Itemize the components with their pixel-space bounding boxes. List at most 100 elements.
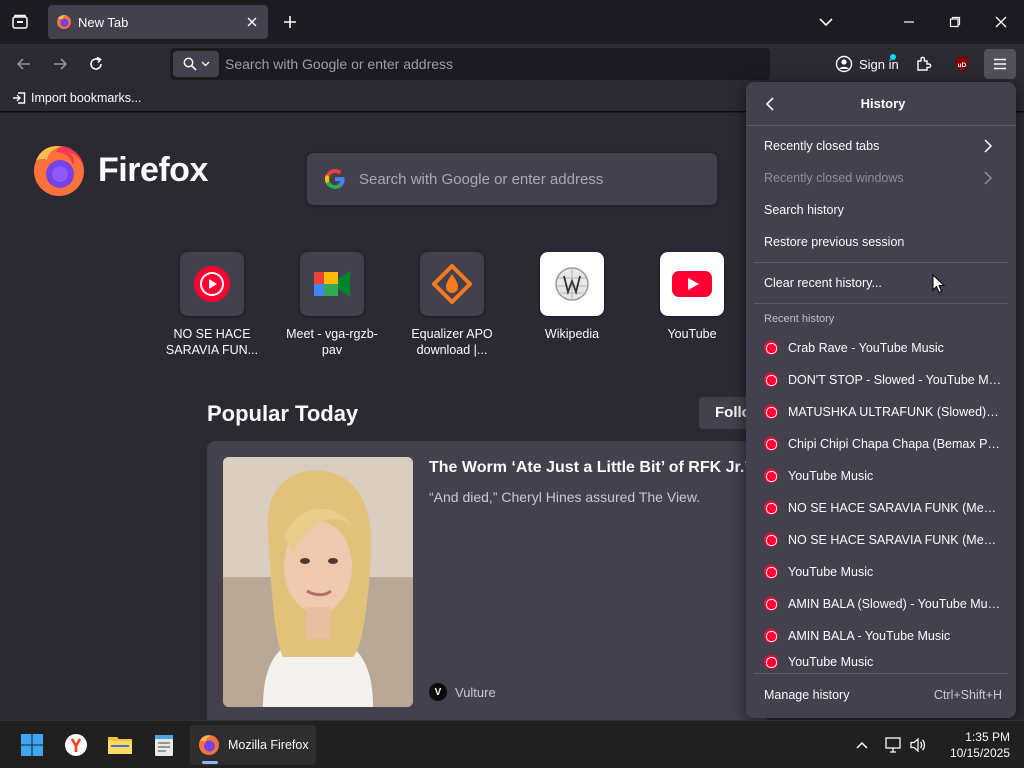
- start-button[interactable]: [14, 727, 50, 763]
- recently-closed-windows-item[interactable]: Recently closed windows: [754, 163, 1008, 193]
- account-icon: [835, 55, 853, 73]
- firefox-wordmark: Firefox: [98, 150, 208, 189]
- chevron-down-icon: [819, 18, 833, 27]
- taskbar-clock[interactable]: 1:35 PM 10/15/2025: [940, 729, 1010, 761]
- history-entry[interactable]: Crab Rave - YouTube Music: [754, 333, 1008, 363]
- extensions-button[interactable]: [908, 49, 940, 79]
- list-all-tabs-button[interactable]: [808, 4, 844, 40]
- recent-history-heading: Recent history: [764, 313, 835, 325]
- ublock-shield-icon: uD: [955, 56, 969, 72]
- menu-item-label: Clear recent history...: [764, 276, 882, 290]
- youtube-music-icon: [194, 266, 230, 302]
- top-site-tile: [540, 252, 604, 316]
- story-card[interactable]: The Worm ‘Ate Just a Little Bit’ of RFK …: [207, 441, 767, 720]
- address-bar-placeholder: Search with Google or enter address: [225, 56, 454, 72]
- address-bar[interactable]: Search with Google or enter address: [170, 48, 770, 80]
- chevron-right-icon: [984, 139, 993, 153]
- firefox-view-button[interactable]: [2, 4, 38, 40]
- equalizer-apo-icon: [432, 264, 472, 304]
- network-button[interactable]: [884, 735, 904, 755]
- forward-button[interactable]: [44, 48, 76, 80]
- recently-closed-tabs-item[interactable]: Recently closed tabs: [754, 131, 1008, 161]
- tab-close-button[interactable]: [244, 14, 260, 30]
- back-button[interactable]: [8, 48, 40, 80]
- youtube-music-icon: [764, 437, 778, 451]
- close-window-button[interactable]: [978, 0, 1024, 44]
- top-site-tile: [660, 252, 724, 316]
- content-search-placeholder: Search with Google or enter address: [359, 170, 604, 188]
- top-site-wikipedia[interactable]: Wikipedia: [512, 252, 632, 342]
- minimize-button[interactable]: [886, 0, 932, 44]
- minimize-icon: [904, 21, 914, 23]
- active-window-indicator: [202, 761, 218, 764]
- application-menu-button[interactable]: [984, 49, 1016, 79]
- content-search-box[interactable]: Search with Google or enter address: [307, 153, 717, 205]
- clock-time: 1:35 PM: [965, 730, 1010, 744]
- reload-icon: [90, 56, 102, 70]
- chevron-down-icon: [201, 61, 209, 67]
- top-site-tile: [180, 252, 244, 316]
- youtube-music-icon: [764, 565, 778, 579]
- keyboard-shortcut: Ctrl+Shift+H: [933, 688, 1002, 702]
- top-site-tile: [300, 252, 364, 316]
- history-entry[interactable]: MATUSHKA ULTRAFUNK (Slowed) - YouTube Mu…: [754, 397, 1008, 427]
- import-bookmarks-button[interactable]: Import bookmarks...: [12, 89, 141, 107]
- clear-recent-history-item[interactable]: Clear recent history...: [754, 268, 1008, 298]
- file-explorer-button[interactable]: [102, 727, 138, 763]
- youtube-music-icon: [764, 405, 778, 419]
- navigation-toolbar: Search with Google or enter address Sign…: [0, 44, 1024, 84]
- top-site-youtube-music[interactable]: NO SE HACE SARAVIA FUN...: [152, 252, 272, 358]
- import-bookmarks-label: Import bookmarks...: [31, 91, 142, 105]
- top-site-tile: [420, 252, 484, 316]
- history-entry[interactable]: AMIN BALA (Slowed) - YouTube Music: [754, 589, 1008, 619]
- firefox-brand: Firefox: [32, 143, 208, 197]
- reload-button[interactable]: [80, 48, 112, 80]
- import-icon: [13, 92, 26, 104]
- notepad-button[interactable]: [146, 727, 182, 763]
- story-title[interactable]: The Worm ‘Ate Just a Little Bit’ of RFK …: [429, 459, 757, 477]
- puzzle-icon: [917, 56, 932, 71]
- history-entry[interactable]: AMIN BALA - YouTube Music: [754, 621, 1008, 651]
- menu-item-label: Recently closed tabs: [764, 139, 880, 153]
- taskbar-firefox-button[interactable]: Mozilla Firefox: [190, 725, 316, 765]
- tray-overflow-button[interactable]: [852, 735, 872, 755]
- history-entry[interactable]: DON'T STOP - Slowed - YouTube Music: [754, 365, 1008, 395]
- history-entry-title: NO SE HACE SARAVIA FUNK (Mega Slowed): [788, 533, 1002, 547]
- history-entry-title: DON'T STOP - Slowed - YouTube Music: [788, 373, 1002, 387]
- tab-title: New Tab: [78, 14, 129, 30]
- history-entry[interactable]: NO SE HACE SARAVIA FUNK (Mega Slowed): [754, 525, 1008, 555]
- top-site-equalizer-apo[interactable]: Equalizer APO download |...: [392, 252, 512, 358]
- clock-date: 10/15/2025: [949, 746, 1010, 760]
- history-entry-title: YouTube Music: [788, 469, 874, 483]
- restore-button[interactable]: [932, 0, 978, 44]
- yandex-browser-button[interactable]: [58, 727, 94, 763]
- restore-session-item[interactable]: Restore previous session: [754, 227, 1008, 257]
- history-entry[interactable]: Chipi Chipi Chapa Chapa (Bemax Phonk Rem…: [754, 429, 1008, 459]
- firefox-view-icon: [12, 14, 28, 29]
- ublock-origin-button[interactable]: uD: [946, 49, 978, 79]
- history-entry[interactable]: YouTube Music: [754, 557, 1008, 587]
- folder-icon: [108, 737, 132, 754]
- search-engine-button[interactable]: [173, 51, 219, 77]
- history-entry[interactable]: YouTube Music: [754, 461, 1008, 491]
- history-entry[interactable]: NO SE HACE SARAVIA FUNK (Mega Slowed): [754, 493, 1008, 523]
- windows-logo-icon: [21, 734, 43, 756]
- wikipedia-icon: [555, 267, 589, 301]
- sign-in-button[interactable]: Sign in: [829, 49, 903, 79]
- search-history-item[interactable]: Search history: [754, 195, 1008, 225]
- manage-history-item[interactable]: Manage history Ctrl+Shift+H: [754, 680, 1008, 710]
- history-entry-title: AMIN BALA - YouTube Music: [788, 629, 951, 643]
- tab-new-tab[interactable]: New Tab: [48, 5, 268, 39]
- story-image: [223, 457, 413, 707]
- volume-button[interactable]: [908, 735, 928, 755]
- new-tab-button[interactable]: [272, 4, 308, 40]
- menu-item-label: Restore previous session: [764, 235, 905, 249]
- top-site-google-meet[interactable]: Meet - vga-rgzb-pav: [272, 252, 392, 358]
- tab-strip: New Tab: [0, 0, 1024, 44]
- chevron-up-icon: [856, 741, 868, 749]
- history-entry[interactable]: YouTube Music: [754, 653, 1008, 671]
- top-site-youtube[interactable]: YouTube: [632, 252, 752, 342]
- close-icon: [247, 17, 257, 27]
- speaker-icon: [910, 737, 926, 753]
- story-photo-illustration: [223, 457, 413, 707]
